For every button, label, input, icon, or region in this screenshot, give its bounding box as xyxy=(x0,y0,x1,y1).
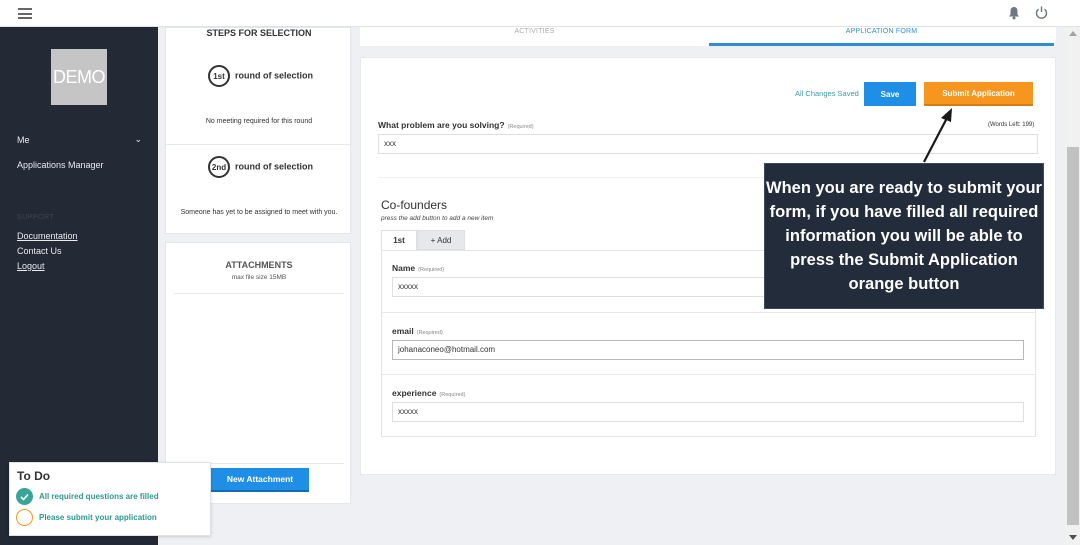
todo-widget: To Do All required questions are filled … xyxy=(9,462,211,536)
email-field[interactable]: johanaconeo@hotmail.com xyxy=(392,340,1024,360)
scroll-down-arrow-icon[interactable] xyxy=(1069,535,1077,540)
field-label: email xyxy=(392,326,414,336)
round-note: Someone has yet to be assigned to meet w… xyxy=(180,209,338,216)
round-note: No meeting required for this round xyxy=(205,118,313,125)
todo-title: To Do xyxy=(17,469,51,483)
question-label: What problem are you solving? (Required) xyxy=(378,120,534,130)
tab-activities[interactable]: ACTIVITIES xyxy=(360,27,709,46)
chevron-down-icon: ⌄ xyxy=(134,134,142,144)
round-badge: 1st xyxy=(208,65,230,87)
required-marker: (Required) xyxy=(416,330,443,336)
logout-link[interactable]: Logout xyxy=(17,261,45,271)
hamburger-menu-icon[interactable] xyxy=(18,8,32,19)
save-button[interactable]: Save xyxy=(864,82,916,106)
todo-item-label: All required questions are filled xyxy=(39,492,159,501)
tutorial-callout: When you are ready to submit your form, … xyxy=(764,163,1044,309)
sidebar-item-me[interactable]: Me ⌄ xyxy=(17,134,142,145)
experience-field[interactable]: xxxxx xyxy=(392,402,1024,422)
field-label: experience xyxy=(392,388,437,398)
experience-label: experience (Required) xyxy=(392,388,465,398)
logo: DEMO xyxy=(51,49,107,105)
words-left-counter: (Words Left: 199) xyxy=(988,122,1035,128)
scrollbar-thumb[interactable] xyxy=(1067,147,1079,525)
steps-title: STEPS FOR SELECTION xyxy=(206,28,312,38)
required-marker: (Required) xyxy=(418,267,445,273)
support-heading: SUPPORT xyxy=(17,214,55,221)
round-label: round of selection xyxy=(235,70,314,81)
contact-us-link[interactable]: Contact Us xyxy=(17,246,62,256)
divider xyxy=(166,144,350,145)
attachments-max-size: max file size 15MB xyxy=(231,274,287,281)
cofounders-title: Co-founders xyxy=(381,198,448,212)
todo-item-label: Please submit your application xyxy=(39,513,157,522)
problem-input[interactable]: xxx xyxy=(378,134,1038,154)
top-bar xyxy=(0,0,1080,27)
steps-card: STEPS FOR SELECTION 1st round of selectio… xyxy=(165,27,351,234)
round-badge: 2nd xyxy=(208,156,230,178)
new-attachment-button[interactable]: New Attachment xyxy=(211,468,309,492)
divider xyxy=(174,293,344,294)
cofounder-tab-1st[interactable]: 1st xyxy=(381,230,417,250)
required-marker: (Required) xyxy=(439,392,466,398)
round-label: round of selection xyxy=(235,161,314,172)
todo-item-done: All required questions are filled xyxy=(16,488,159,505)
divider xyxy=(382,312,1035,313)
scroll-up-arrow-icon[interactable] xyxy=(1069,31,1077,36)
sidebar-item-label: Me xyxy=(17,135,30,145)
documentation-link[interactable]: Documentation xyxy=(17,231,78,241)
required-marker: (Required) xyxy=(507,124,534,130)
sidebar-item-applications-manager[interactable]: Applications Manager xyxy=(17,160,104,170)
tab-application-form[interactable]: APPLICATION FORM xyxy=(709,27,1054,46)
power-icon[interactable] xyxy=(1035,5,1048,20)
attachments-title: ATTACHMENTS xyxy=(225,260,293,270)
email-label: email (Required) xyxy=(392,326,443,336)
save-status: All Changes Saved xyxy=(795,89,859,98)
name-label: Name (Required) xyxy=(392,263,444,273)
check-circle-icon xyxy=(16,488,33,505)
cofounders-hint: press the add button to add a new item xyxy=(381,215,494,222)
field-label: Name xyxy=(392,263,416,273)
round-2: 2nd round of selection xyxy=(208,156,313,178)
pending-circle-icon xyxy=(16,509,33,526)
submit-application-button[interactable]: Submit Application xyxy=(924,82,1033,106)
tabs-bar: ACTIVITIES APPLICATION FORM xyxy=(360,27,1056,46)
bell-icon[interactable] xyxy=(1008,6,1020,20)
round-1: 1st round of selection xyxy=(208,65,313,87)
divider xyxy=(382,374,1035,375)
todo-item-pending: Please submit your application xyxy=(16,509,157,526)
question-text: What problem are you solving? xyxy=(378,120,505,130)
add-cofounder-tab[interactable]: + Add xyxy=(417,230,465,250)
